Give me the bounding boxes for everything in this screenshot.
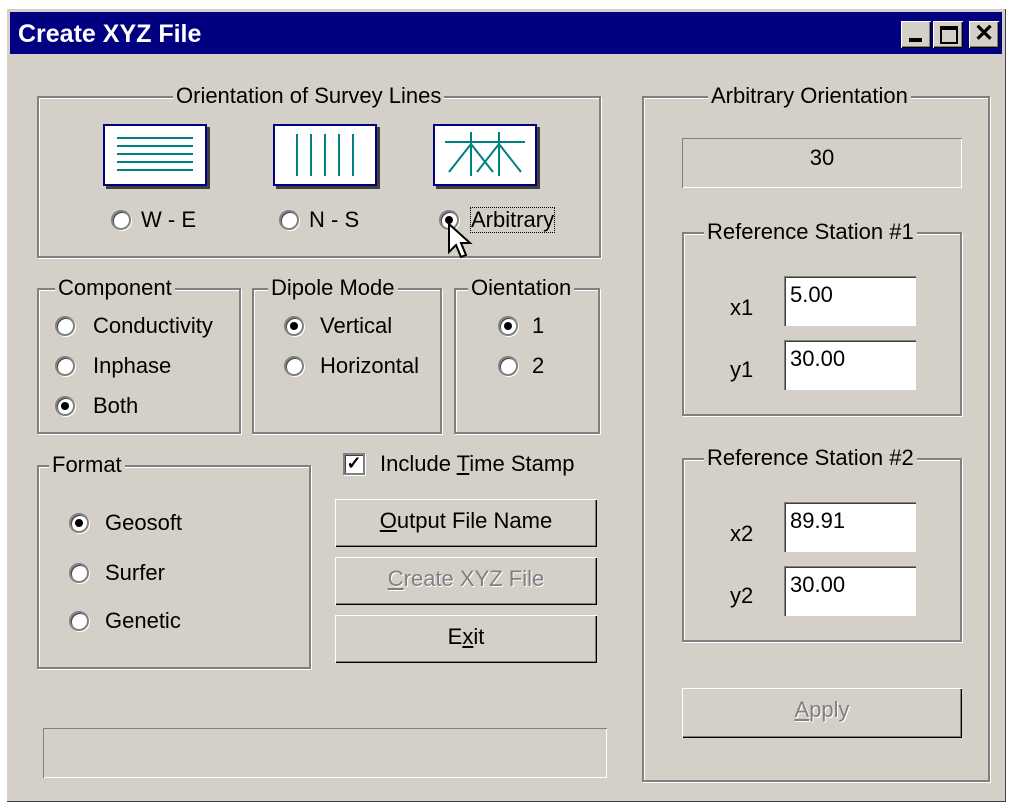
- component-legend: Component: [55, 276, 175, 300]
- check-mark-icon: ✓: [346, 453, 362, 473]
- reference-station-2-group: Reference Station #2 x2 89.91 y2 30.00: [682, 446, 962, 642]
- arbitrary-orientation-group: Arbitrary Orientation 30 Reference Stati…: [642, 84, 990, 782]
- conductivity-label: Conductivity: [93, 313, 213, 338]
- we-lines-icon: [103, 124, 207, 186]
- genetic-radio[interactable]: [69, 611, 89, 631]
- title-bar[interactable]: Create XYZ File ✕: [10, 12, 1002, 54]
- maximize-icon: [940, 26, 958, 44]
- y1-field[interactable]: 30.00: [784, 340, 916, 390]
- orientation-2-label: 2: [532, 353, 545, 378]
- apply-button[interactable]: Apply: [682, 688, 962, 738]
- geosoft-radio[interactable]: [69, 513, 89, 533]
- arbitrary-orientation-legend: Arbitrary Orientation: [708, 84, 911, 108]
- orientation-legend: Oientation: [468, 276, 575, 300]
- timestamp-checkbox[interactable]: ✓: [343, 453, 365, 475]
- arbitrary-lines-icon: [433, 124, 537, 186]
- inphase-label: Inphase: [93, 353, 172, 378]
- dipole-mode-group: Dipole Mode Vertical Horizontal: [252, 276, 442, 434]
- mouse-cursor-icon: [448, 222, 473, 259]
- format-legend: Format: [49, 453, 125, 477]
- close-icon: ✕: [973, 20, 995, 47]
- output-file-name-button[interactable]: Output File Name: [335, 499, 597, 547]
- inphase-radio[interactable]: [55, 356, 75, 376]
- maximize-button[interactable]: [933, 21, 963, 48]
- reference-station-1-group: Reference Station #1 x1 5.00 y1 30.00: [682, 220, 962, 416]
- vertical-radio[interactable]: [284, 316, 304, 336]
- status-bar: [43, 728, 607, 778]
- we-radio[interactable]: [111, 210, 131, 230]
- conductivity-radio[interactable]: [55, 316, 75, 336]
- survey-lines-group: Orientation of Survey Lines W - E N - S …: [37, 84, 601, 259]
- horizontal-radio[interactable]: [284, 356, 304, 376]
- we-label: W - E: [141, 207, 196, 232]
- exit-button[interactable]: Exit: [335, 615, 597, 663]
- x1-field[interactable]: 5.00: [784, 276, 916, 326]
- geosoft-label: Geosoft: [105, 510, 183, 535]
- close-button[interactable]: ✕: [969, 21, 999, 48]
- genetic-label: Genetic: [105, 608, 181, 633]
- surfer-label: Surfer: [105, 560, 165, 585]
- orientation-2-radio[interactable]: [498, 356, 518, 376]
- ns-label: N - S: [309, 207, 360, 232]
- orientation-1-label: 1: [532, 313, 545, 338]
- timestamp-label[interactable]: Include Time Stamp: [380, 452, 574, 476]
- minimize-button[interactable]: [901, 21, 931, 48]
- dialog-window: Create XYZ File ✕ Orientation of Survey …: [6, 8, 1006, 802]
- format-group: Format Geosoft Surfer Genetic: [37, 453, 311, 669]
- component-group: Component Conductivity Inphase Both: [37, 276, 241, 434]
- y2-field[interactable]: 30.00: [784, 566, 916, 616]
- x1-label: x1: [730, 295, 754, 320]
- orientation-1-radio[interactable]: [498, 316, 518, 336]
- orientation-group: Oientation 1 2: [454, 276, 600, 434]
- ns-radio[interactable]: [279, 210, 299, 230]
- reference-station-2-legend: Reference Station #2: [704, 446, 917, 470]
- y2-label: y2: [730, 583, 754, 608]
- y1-label: y1: [730, 357, 754, 382]
- arbitrary-angle-display: 30: [682, 138, 962, 188]
- dipole-mode-legend: Dipole Mode: [268, 276, 398, 300]
- both-radio[interactable]: [55, 396, 75, 416]
- x2-field[interactable]: 89.91: [784, 502, 916, 552]
- both-label: Both: [93, 393, 139, 418]
- arbitrary-label: Arbitrary: [469, 207, 556, 233]
- ns-lines-icon: [273, 124, 377, 186]
- window-title: Create XYZ File: [18, 20, 202, 48]
- horizontal-label: Horizontal: [320, 353, 420, 378]
- survey-lines-legend: Orientation of Survey Lines: [173, 84, 445, 108]
- surfer-radio[interactable]: [69, 563, 89, 583]
- create-xyz-file-button[interactable]: Create XYZ File: [335, 557, 597, 605]
- vertical-label: Vertical: [320, 313, 393, 338]
- x2-label: x2: [730, 521, 754, 546]
- reference-station-1-legend: Reference Station #1: [704, 220, 917, 244]
- minimize-icon: [909, 38, 922, 42]
